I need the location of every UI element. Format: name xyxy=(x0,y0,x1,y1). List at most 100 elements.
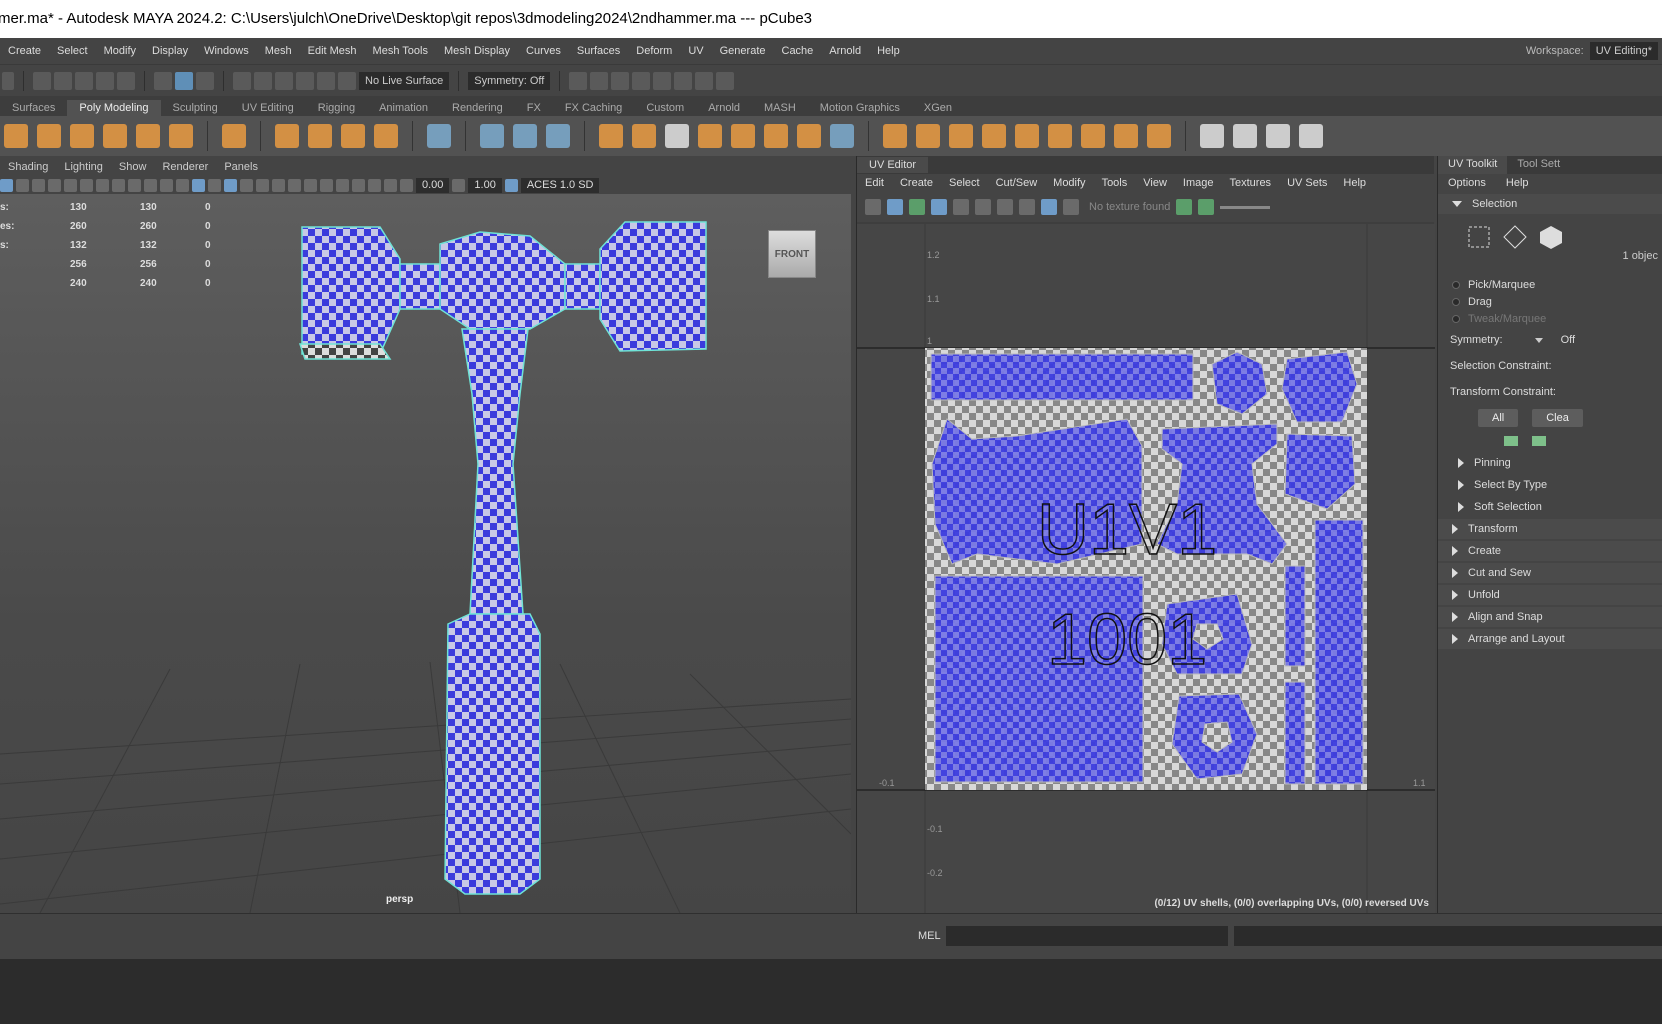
menu-cache[interactable]: Cache xyxy=(774,45,822,57)
arnold-pause-icon[interactable] xyxy=(716,71,735,90)
shelf-tab-animation[interactable]: Animation xyxy=(367,100,440,116)
command-input[interactable] xyxy=(946,926,1228,946)
arnold-render-icon[interactable] xyxy=(695,71,714,90)
smooth-shade-icon[interactable] xyxy=(192,178,205,192)
save-scene-icon[interactable] xyxy=(75,71,93,90)
shelf-tab-rigging[interactable]: Rigging xyxy=(306,100,367,116)
uv-menu-modify[interactable]: Modify xyxy=(1045,177,1093,189)
shelf-tab-mash[interactable]: MASH xyxy=(752,100,808,116)
insert-edge-loop-icon[interactable] xyxy=(1081,124,1105,148)
uv-canvas[interactable]: U1V1 1001 1.2 1.1 1 -0.1 1.1 -0.1 -0.2 (… xyxy=(857,224,1435,913)
viewport-menu-lighting[interactable]: Lighting xyxy=(56,161,111,173)
uv-menu-uv-sets[interactable]: UV Sets xyxy=(1279,177,1335,189)
poly-sphere-icon[interactable] xyxy=(4,124,28,148)
render-settings-icon[interactable] xyxy=(632,71,651,90)
exposure-field[interactable]: 0.00 xyxy=(416,177,450,193)
uv-menu-edit[interactable]: Edit xyxy=(857,177,892,189)
snap-grid-icon[interactable] xyxy=(233,71,251,90)
mode-pick-marquee[interactable]: Pick/Marquee xyxy=(1438,276,1662,293)
image-plane-icon[interactable] xyxy=(48,178,61,192)
shelf-tab-sculpting[interactable]: Sculpting xyxy=(161,100,230,116)
menu-arnold[interactable]: Arnold xyxy=(821,45,869,57)
backface-icon[interactable] xyxy=(384,178,397,192)
menu-create[interactable]: Create xyxy=(0,45,49,57)
shelf-tab-arnold[interactable]: Arnold xyxy=(696,100,752,116)
uv-menu-cut-sew[interactable]: Cut/Sew xyxy=(988,177,1046,189)
viewport-menu-shading[interactable]: Shading xyxy=(0,161,56,173)
undo-icon[interactable] xyxy=(96,71,114,90)
safe-title-icon[interactable] xyxy=(160,178,173,192)
shelf-tab-surfaces[interactable]: Surfaces xyxy=(0,100,67,116)
smooth-icon[interactable] xyxy=(665,124,689,148)
quad-draw-icon[interactable] xyxy=(1147,124,1171,148)
gamma-icon[interactable] xyxy=(452,178,466,192)
platonic-solid-icon[interactable] xyxy=(222,124,246,148)
uv-editor-tab[interactable]: UV Editor xyxy=(857,157,929,173)
film-gate-icon[interactable] xyxy=(80,178,93,192)
textured-icon[interactable] xyxy=(240,178,253,192)
append-polygon-icon[interactable] xyxy=(797,124,821,148)
shrink-selection-icon[interactable] xyxy=(1532,436,1546,446)
mirror-cut-icon[interactable] xyxy=(513,124,537,148)
redo-icon[interactable] xyxy=(117,71,135,90)
shelf-tab-xgen[interactable]: XGen xyxy=(912,100,964,116)
shadows-icon[interactable] xyxy=(272,178,285,192)
menu-mesh-display[interactable]: Mesh Display xyxy=(436,45,518,57)
safe-action-icon[interactable] xyxy=(144,178,157,192)
snowflake-icon[interactable] xyxy=(546,124,570,148)
section-transform[interactable]: Transform xyxy=(1438,519,1662,539)
default-material-icon[interactable] xyxy=(208,178,221,192)
grid-toggle-icon[interactable] xyxy=(64,178,77,192)
clear-button[interactable]: Clea xyxy=(1532,409,1583,427)
gamma-field[interactable]: 1.00 xyxy=(468,177,502,193)
gate-mask-icon[interactable] xyxy=(112,178,125,192)
live-surface-field[interactable]: No Live Surface xyxy=(359,71,450,90)
exposure-icon[interactable] xyxy=(400,178,413,192)
menu-select[interactable]: Select xyxy=(49,45,96,57)
camera-attributes-icon[interactable] xyxy=(16,178,29,192)
svg-tool-icon[interactable] xyxy=(374,124,398,148)
viewport-menu-panels[interactable]: Panels xyxy=(216,161,266,173)
target-weld-icon[interactable] xyxy=(1015,124,1039,148)
menu-mesh[interactable]: Mesh xyxy=(257,45,300,57)
bookmark-icon[interactable] xyxy=(32,178,45,192)
super-shape-icon[interactable] xyxy=(275,124,299,148)
menu-help[interactable]: Help xyxy=(1496,177,1539,189)
bridge-edge-icon[interactable] xyxy=(949,124,973,148)
workspace-selector[interactable]: Workspace: UV Editing* xyxy=(1526,38,1662,64)
shelf-tab-rendering[interactable]: Rendering xyxy=(440,100,515,116)
poly-plane-icon[interactable] xyxy=(136,124,160,148)
extrude-icon[interactable] xyxy=(883,124,907,148)
render-frame-icon[interactable] xyxy=(569,71,588,90)
uv-auto-icon[interactable] xyxy=(1266,124,1290,148)
select-edge-icon[interactable] xyxy=(1502,224,1528,250)
bridge-icon[interactable] xyxy=(764,124,788,148)
render-view-icon[interactable] xyxy=(674,71,693,90)
select-all-button[interactable]: All xyxy=(1478,409,1519,427)
sweep-mesh-icon[interactable] xyxy=(308,124,332,148)
lights-icon[interactable] xyxy=(256,178,269,192)
select-uv-shell-icon[interactable] xyxy=(1466,224,1492,250)
edit-pencil-icon[interactable] xyxy=(1200,124,1224,148)
checker-tiles-icon[interactable] xyxy=(931,199,947,215)
menu-surfaces[interactable]: Surfaces xyxy=(569,45,628,57)
mode-tweak-marquee[interactable]: Tweak/Marquee xyxy=(1438,310,1662,327)
texture-borders-icon[interactable] xyxy=(909,199,925,215)
menu-options[interactable]: Options xyxy=(1438,177,1496,189)
subsection-soft-selection[interactable]: Soft Selection xyxy=(1438,497,1662,517)
image-range-icon[interactable] xyxy=(1198,199,1215,215)
distortion-icon[interactable] xyxy=(953,199,969,215)
uv-menu-help[interactable]: Help xyxy=(1335,177,1374,189)
grow-selection-icon[interactable] xyxy=(1504,436,1518,446)
combine-icon[interactable] xyxy=(599,124,623,148)
menu-help[interactable]: Help xyxy=(869,45,908,57)
color-management-icon[interactable] xyxy=(504,178,518,192)
dim-image-icon[interactable] xyxy=(997,199,1013,215)
shelf-tab-poly-modeling[interactable]: Poly Modeling xyxy=(67,100,161,116)
uv-menu-tools[interactable]: Tools xyxy=(1094,177,1136,189)
boolean-icon[interactable] xyxy=(698,124,722,148)
xray-joints-icon[interactable] xyxy=(368,178,381,192)
menu-mesh-tools[interactable]: Mesh Tools xyxy=(365,45,436,57)
poly-cone-icon[interactable] xyxy=(70,124,94,148)
subsection-select-by-type[interactable]: Select By Type xyxy=(1438,475,1662,495)
